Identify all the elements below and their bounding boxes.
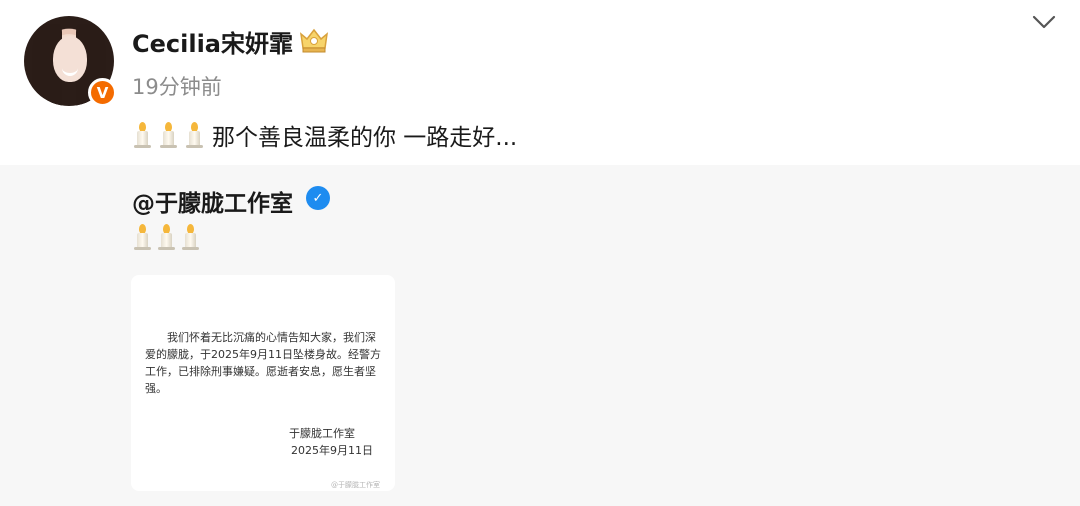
attached-image[interactable]: 我们怀着无比沉痛的心情告知大家，我们深爱的朦胧，于2025年9月11日坠楼身故。… [131,275,395,491]
repost-card[interactable]: @于朦胧工作室 ✓ 我们怀着无比沉痛的心情告知大家，我们深爱的朦胧，于2025年… [0,165,1080,506]
verified-badge-icon: V [88,78,117,107]
candle-icon [158,122,178,148]
candle-icon [180,224,200,250]
repost-author[interactable]: @于朦胧工作室 [132,184,293,218]
image-watermark: @于朦胧工作室 [331,481,380,489]
candle-icon [156,224,176,250]
post-text: 那个善良温柔的你 一路走好... [132,118,517,152]
notice-date: 2025年9月11日 [291,444,373,457]
crown-icon [299,28,329,53]
repost-text [132,224,204,250]
candle-icon [132,122,152,148]
notice-text: 我们怀着无比沉痛的心情告知大家，我们深爱的朦胧，于2025年9月11日坠楼身故。… [145,331,381,395]
notice-signature: 于朦胧工作室 [289,427,355,440]
chevron-down-icon[interactable] [1032,14,1056,30]
post-body: 那个善良温柔的你 一路走好... [212,125,518,151]
candle-icon [184,122,204,148]
verified-blue-icon: ✓ [306,186,330,210]
candle-icon [132,224,152,250]
post-time: 19分钟前 [132,75,222,99]
author-name[interactable]: Cecilia宋妍霏 [132,24,293,59]
